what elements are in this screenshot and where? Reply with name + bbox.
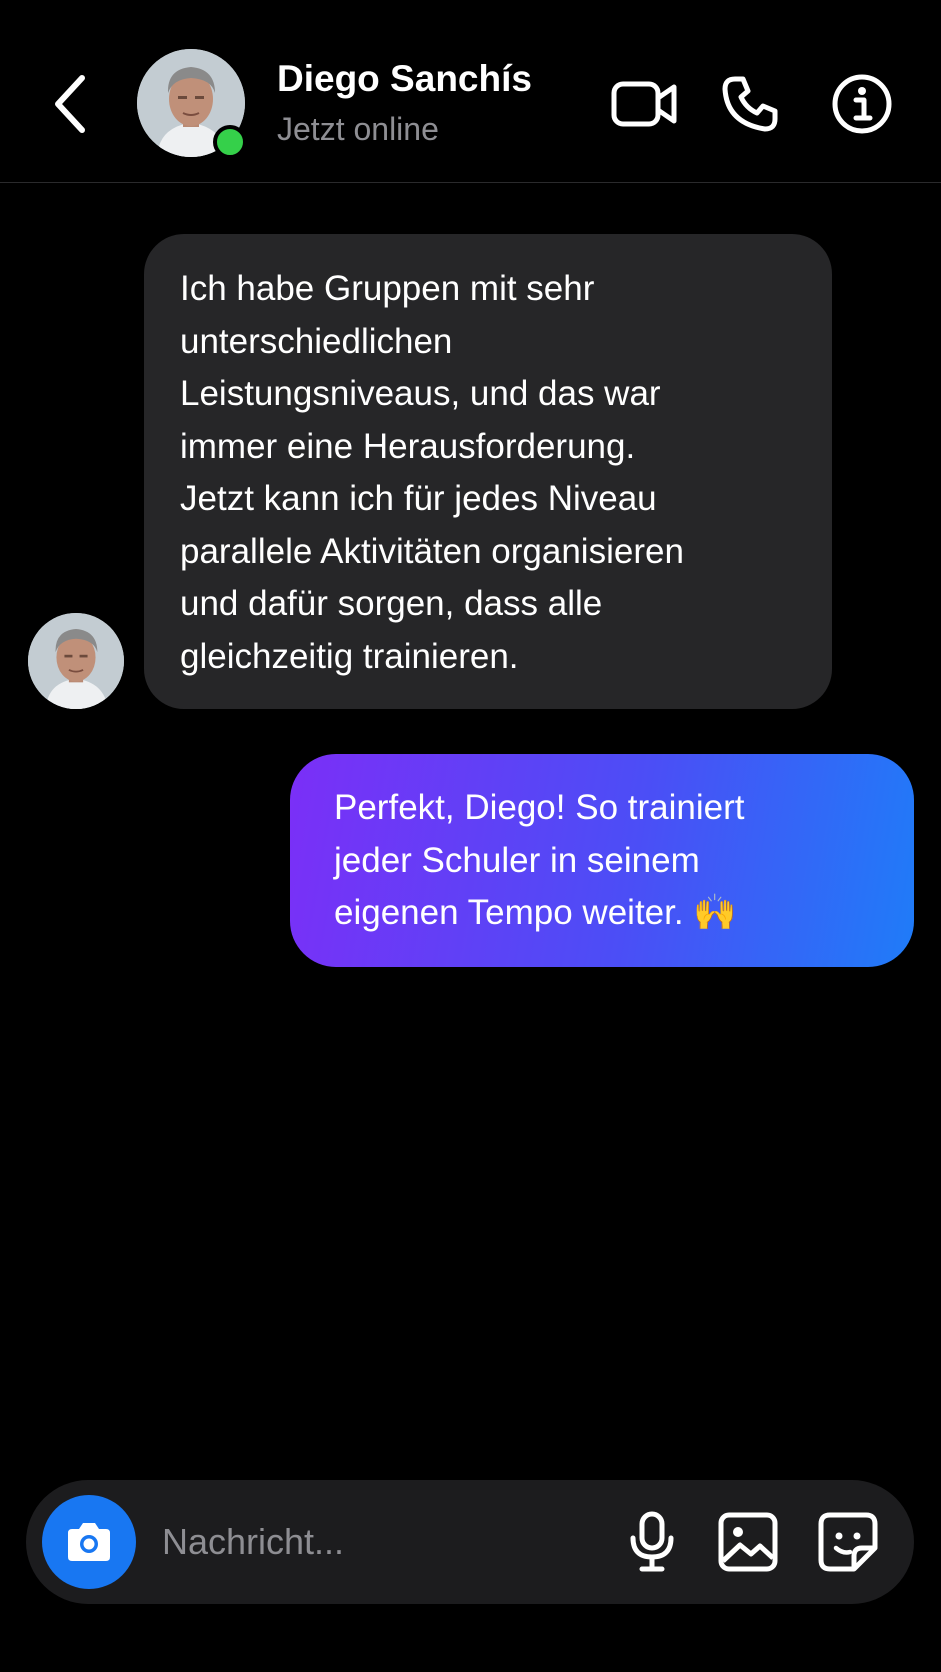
online-status-indicator — [213, 125, 247, 159]
message-text-line: Ich habe Gruppen mit sehr — [180, 269, 595, 308]
message-text-line: eigenen Tempo weiter. 🙌 — [334, 893, 737, 932]
message-text-line: jeder Schuler in seinem — [334, 840, 700, 880]
message-text-line: und dafür sorgen, dass alle — [180, 584, 603, 623]
phone-icon — [722, 76, 778, 132]
voice-message-button[interactable] — [616, 1506, 688, 1578]
camera-icon — [68, 1523, 110, 1561]
message-text-line: gleichzeitig trainieren. — [180, 636, 519, 676]
message-text-line: immer eine Herausforderung. — [180, 426, 636, 466]
sticker-icon — [818, 1512, 878, 1572]
contact-status: Jetzt online — [277, 111, 439, 147]
back-button[interactable] — [40, 68, 100, 140]
message-text-line: Perfekt, Diego! So trainiert — [334, 788, 745, 827]
incoming-message-bubble[interactable]: Ich habe Gruppen mit sehr unterschiedlic… — [144, 234, 832, 709]
microphone-icon — [630, 1511, 674, 1572]
gallery-button[interactable] — [712, 1506, 784, 1578]
message-composer — [26, 1480, 914, 1604]
camera-button[interactable] — [42, 1495, 136, 1589]
info-button[interactable] — [826, 68, 898, 140]
outgoing-message-bubble[interactable]: Perfekt, Diego! So trainiert jeder Schul… — [290, 754, 914, 967]
image-icon — [718, 1512, 778, 1572]
message-input[interactable] — [162, 1510, 602, 1574]
message-text-line: Jetzt kann ich für jedes Niveau — [180, 479, 657, 518]
message-text-line: Leistungsniveaus, und das war — [180, 374, 661, 413]
message-text-line: unterschiedlichen — [180, 321, 453, 361]
sender-avatar[interactable] — [28, 613, 124, 709]
chevron-left-icon — [55, 75, 85, 133]
video-camera-icon — [611, 81, 677, 127]
contact-name[interactable]: Diego Sanchís — [277, 58, 532, 100]
message-text-line: parallele Aktivitäten organisieren — [180, 531, 684, 571]
sticker-button[interactable] — [812, 1506, 884, 1578]
voice-call-button[interactable] — [714, 68, 786, 140]
video-call-button[interactable] — [608, 68, 680, 140]
info-icon — [832, 74, 892, 134]
chat-header: Diego Sanchís Jetzt online — [0, 0, 941, 183]
